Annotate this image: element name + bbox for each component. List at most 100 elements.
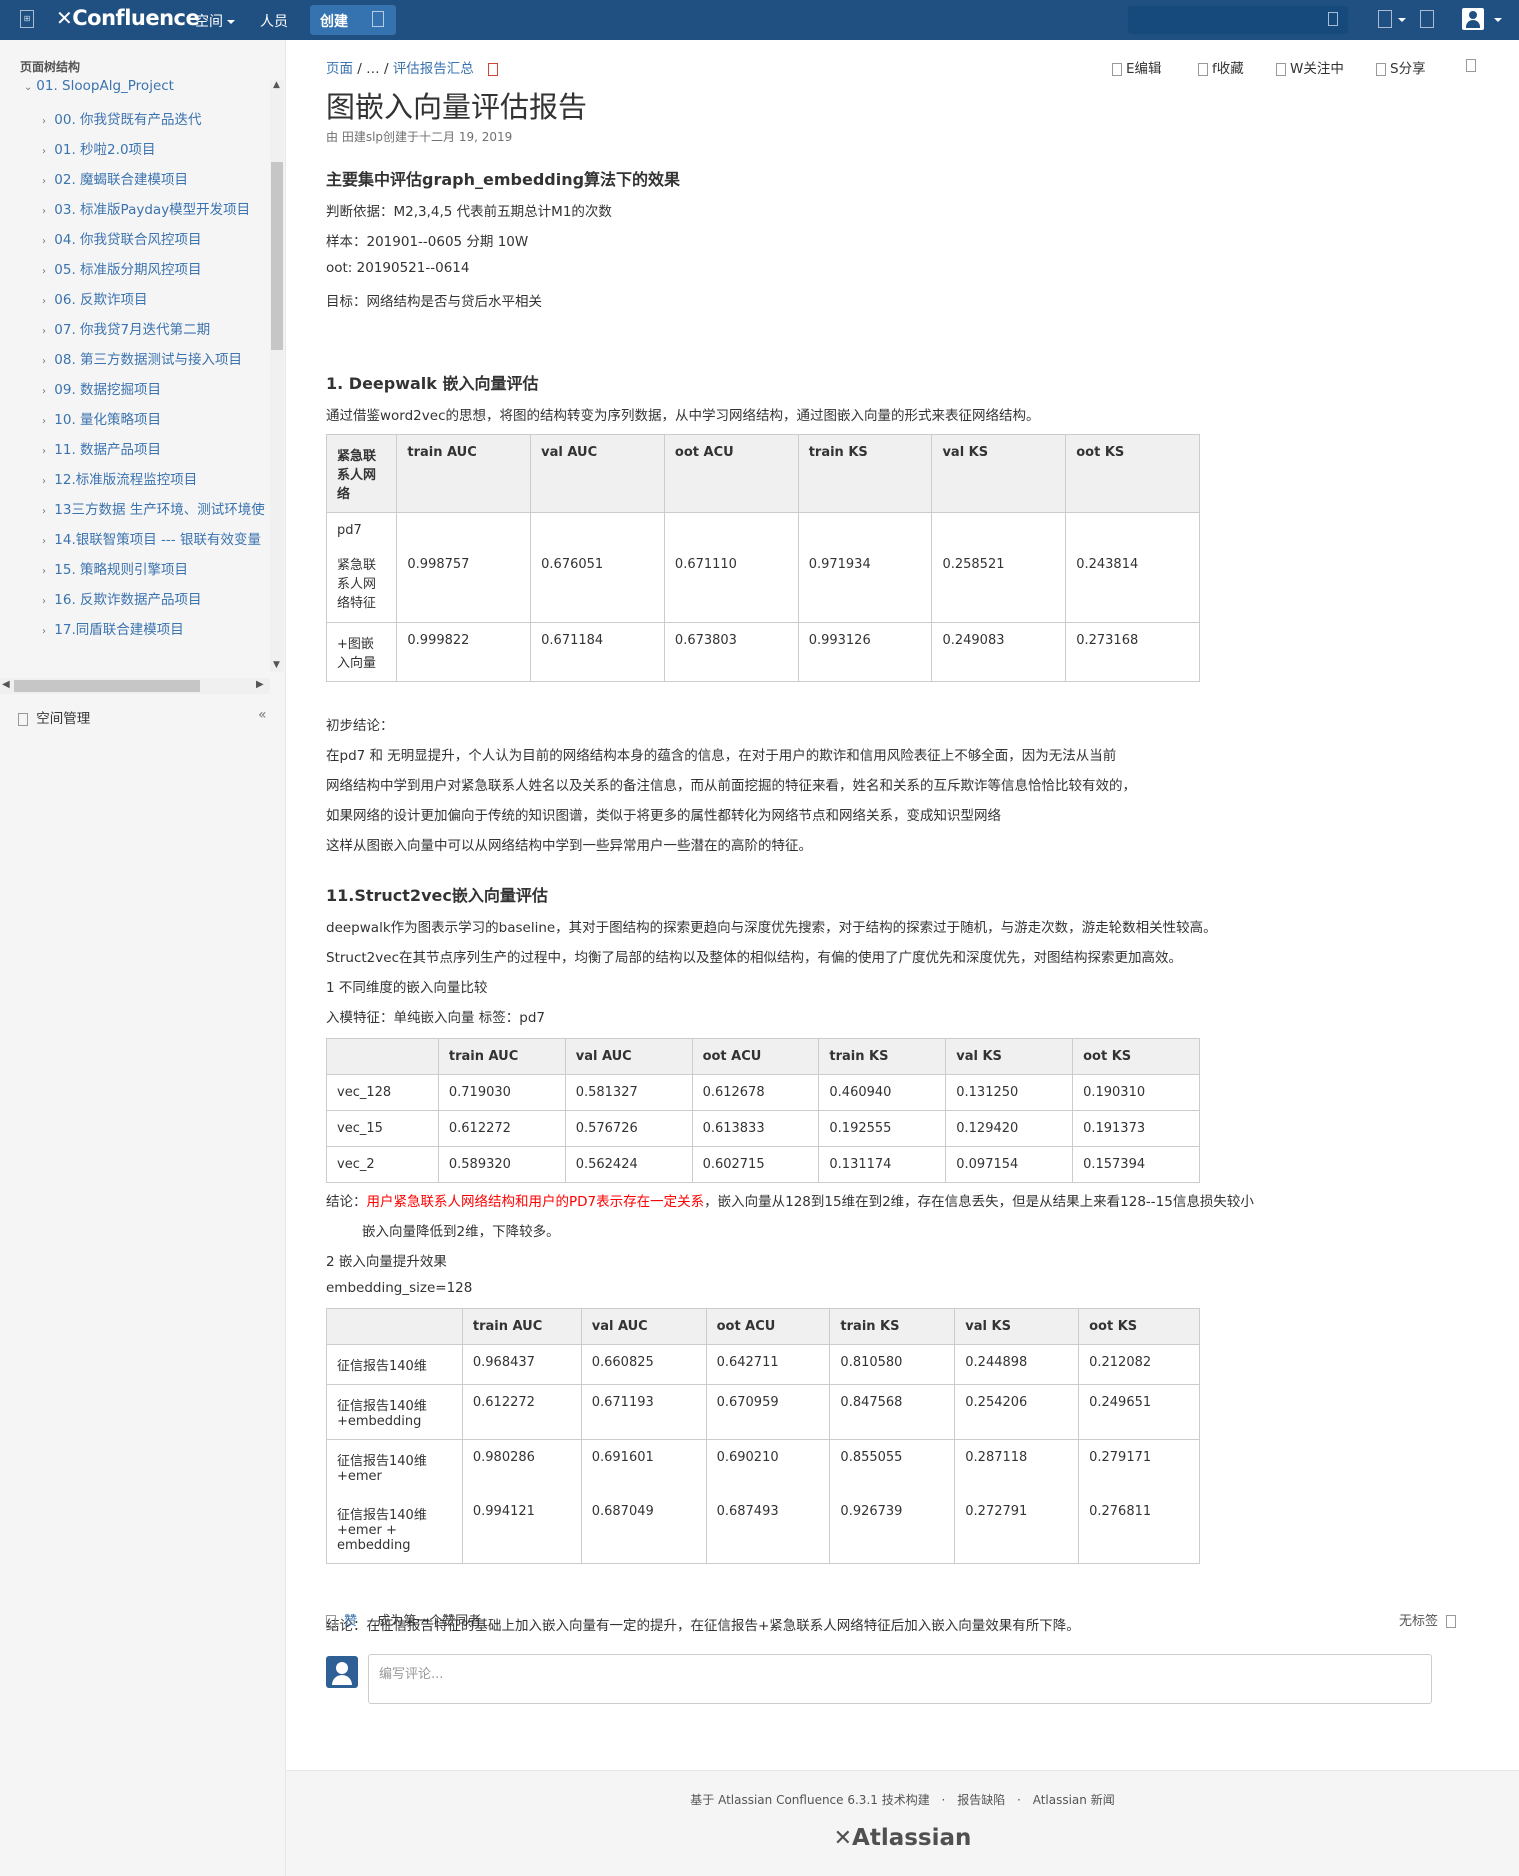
tree-item[interactable]: › 11. 数据产品项目	[42, 438, 270, 468]
footer-link-news[interactable]: Atlassian 新闻	[1033, 1793, 1115, 1807]
scroll-up-icon[interactable]: ▲	[273, 80, 280, 90]
tree-vertical-scrollbar[interactable]: ▲ ▼	[270, 80, 284, 672]
favourite-button[interactable]: f收藏	[1198, 57, 1244, 77]
table-cell: 0.612678	[691, 1074, 820, 1111]
table-cell: vec_2	[326, 1146, 439, 1183]
comment-input[interactable]: 编写评论...	[368, 1654, 1432, 1704]
table-cell: 0.855055	[829, 1439, 956, 1494]
like-bar: 赞 成为第一个赞同者	[326, 1610, 481, 1629]
table-cell: 0.602715	[691, 1146, 820, 1183]
table-header	[326, 1308, 463, 1345]
breadcrumb-ellipsis[interactable]: …	[366, 61, 380, 77]
table-cell: 0.191373	[1072, 1110, 1200, 1147]
scroll-down-icon[interactable]: ▼	[273, 660, 280, 670]
breadcrumb-pages[interactable]: 页面	[326, 61, 353, 77]
table-embedding-gain: train AUC val AUC oot ACU train KS val K…	[326, 1308, 1200, 1564]
create-from-template-icon[interactable]	[372, 11, 384, 27]
tree-item[interactable]: › 15. 策略规则引擎项目	[42, 558, 270, 588]
sidebar: 页面树结构 ⌄ 01. SloopAlg_Project › 00. 你我贷既有…	[0, 40, 286, 1876]
app-switcher-icon[interactable]: ⊞	[20, 10, 34, 28]
main-content: 页面 / … / 评估报告汇总 E编辑 f收藏 W关注中 S分享 图嵌入向量评估…	[286, 40, 1519, 1770]
search-input[interactable]	[1128, 6, 1348, 34]
table-header: train KS	[829, 1308, 956, 1345]
highlighted-text: 用户紧急联系人网络结构和用户的PD7表示存在一定关系	[366, 1194, 705, 1210]
table-row: vec_128 0.719030 0.581327 0.612678 0.460…	[326, 1074, 1200, 1111]
tree-item[interactable]: › 09. 数据挖掘项目	[42, 378, 270, 408]
table-row: vec_15 0.612272 0.576726 0.613833 0.1925…	[326, 1110, 1200, 1147]
edit-labels-icon[interactable]	[1446, 1615, 1457, 1628]
labels-area: 无标签	[1399, 1610, 1460, 1629]
nav-people[interactable]: 人员	[260, 11, 288, 31]
edit-button[interactable]: E编辑	[1112, 57, 1162, 77]
create-button[interactable]: 创建	[310, 5, 396, 35]
atlassian-logo[interactable]: ✕Atlassian	[286, 1825, 1519, 1851]
table-cell: 0.460940	[818, 1074, 947, 1111]
table-header: train KS	[797, 434, 933, 513]
scroll-thumb[interactable]	[271, 162, 283, 350]
tree-item[interactable]: › 01. 秒啦2.0项目	[42, 138, 270, 168]
notifications-icon[interactable]	[1420, 10, 1434, 28]
footer-link-powered-by[interactable]: 基于 Atlassian Confluence 6.3.1 技术构建	[690, 1793, 929, 1807]
tree-item[interactable]: › 14.银联智策项目 --- 银联有效变量	[42, 528, 270, 558]
table-cell: 0.691601	[580, 1439, 707, 1494]
paragraph: oot: 20190521--0614	[326, 260, 470, 276]
table-cell: 0.993126	[797, 622, 933, 682]
table-cell: 0.097154	[945, 1146, 1074, 1183]
breadcrumb-parent[interactable]: 评估报告汇总	[393, 61, 474, 77]
paragraph: embedding_size=128	[326, 1280, 473, 1296]
section-heading: 11.Struct2vec嵌入向量评估	[326, 886, 548, 905]
thumbs-up-icon[interactable]	[326, 1615, 336, 1628]
confluence-logo[interactable]: ✕Confluence	[56, 6, 200, 30]
tree-item[interactable]: › 00. 你我贷既有产品迭代	[42, 108, 270, 138]
table-row: 征信报告140维+emer + embedding 0.994121 0.687…	[326, 1494, 1200, 1564]
labels-text: 无标签	[1399, 1614, 1439, 1629]
table-cell: 0.613833	[691, 1110, 820, 1147]
tree-item[interactable]: › 17.同盾联合建模项目	[42, 618, 270, 638]
watch-button[interactable]: W关注中	[1276, 57, 1344, 77]
tree-item[interactable]: › 03. 标准版Payday模型开发项目	[42, 198, 270, 228]
tree-item[interactable]: › 04. 你我贷联合风控项目	[42, 228, 270, 258]
scroll-right-icon[interactable]: ▶	[256, 679, 264, 690]
table-cell: 0.589320	[437, 1146, 566, 1183]
chevron-down-icon[interactable]: ⌄	[24, 82, 32, 93]
tree-horizontal-scrollbar[interactable]: ◀ ▶	[0, 678, 270, 694]
breadcrumb: 页面 / … / 评估报告汇总	[326, 57, 502, 77]
table-cell: 0.192555	[818, 1110, 947, 1147]
tree-root[interactable]: ⌄ 01. SloopAlg_Project	[24, 78, 270, 108]
tree-item[interactable]: › 12.标准版流程监控项目	[42, 468, 270, 498]
table-header	[326, 1038, 439, 1075]
table-cell: vec_15	[326, 1110, 439, 1147]
table-cell: 0.671110	[663, 512, 799, 623]
table-header: train AUC	[437, 1038, 566, 1075]
space-tools-menu[interactable]: 空间管理	[18, 707, 90, 727]
footer-link-report-bug[interactable]: 报告缺陷	[957, 1793, 1005, 1807]
tree-item[interactable]: › 06. 反欺诈项目	[42, 288, 270, 318]
collapse-sidebar-icon[interactable]: «	[258, 707, 267, 723]
table-cell: 0.971934	[797, 512, 933, 623]
like-button[interactable]: 赞	[344, 1614, 357, 1629]
tree-item[interactable]: › 08. 第三方数据测试与接入项目	[42, 348, 270, 378]
restrictions-icon[interactable]	[488, 62, 499, 76]
nav-spaces[interactable]: 空间	[195, 11, 235, 31]
like-summary: 成为第一个赞同者	[377, 1614, 482, 1629]
table-cell: 0.673803	[663, 622, 799, 682]
table-cell: 0.670959	[705, 1384, 831, 1440]
user-avatar[interactable]	[1462, 8, 1484, 30]
table-row: 征信报告140维+embedding 0.612272 0.671193 0.6…	[326, 1384, 1200, 1440]
tree-item[interactable]: › 02. 魔蝎联合建模项目	[42, 168, 270, 198]
tree-item[interactable]: › 13三方数据 生产环境、测试环境使	[42, 498, 270, 528]
page-tree-title: 页面树结构	[20, 60, 81, 74]
help-icon[interactable]	[1378, 10, 1392, 28]
scroll-left-icon[interactable]: ◀	[2, 679, 10, 690]
table-row: pd7 紧急联系人网络特征 0.998757 0.676051 0.671110 …	[325, 512, 1200, 623]
tree-item[interactable]: › 10. 量化策略项目	[42, 408, 270, 438]
more-actions-icon[interactable]	[1466, 57, 1480, 73]
share-button[interactable]: S分享	[1376, 57, 1426, 77]
tree-item[interactable]: › 05. 标准版分期风控项目	[42, 258, 270, 288]
table-cell: 0.690210	[705, 1439, 831, 1494]
paragraph: 目标：网络结构是否与贷后水平相关	[326, 294, 542, 310]
table-cell: 0.249651	[1078, 1384, 1200, 1440]
scroll-thumb[interactable]	[14, 680, 200, 692]
tree-item[interactable]: › 16. 反欺诈数据产品项目	[42, 588, 270, 618]
tree-item[interactable]: › 07. 你我贷7月迭代第二期	[42, 318, 270, 348]
